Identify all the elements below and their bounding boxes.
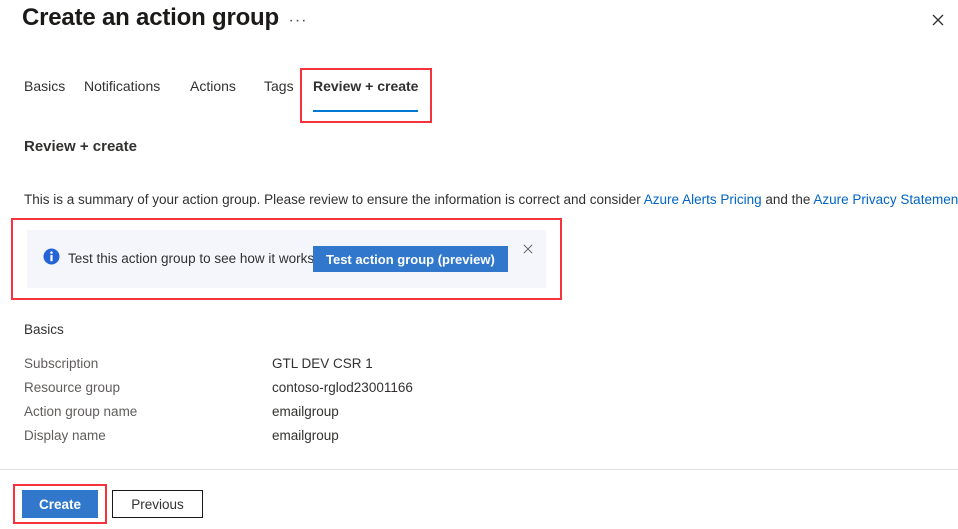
summary-description: This is a summary of your action group. … [24, 191, 958, 209]
table-row: Resource group contoso-rglod23001166 [24, 376, 624, 400]
test-action-group-button[interactable]: Test action group (preview) [313, 246, 508, 272]
previous-button[interactable]: Previous [112, 490, 203, 518]
tab-basics[interactable]: Basics [24, 78, 65, 112]
summary-section-heading: Basics [24, 322, 64, 337]
close-icon[interactable] [924, 6, 952, 34]
summary-list: Subscription GTL DEV CSR 1 Resource grou… [24, 352, 624, 448]
info-icon [43, 248, 60, 265]
tab-review-create[interactable]: Review + create [313, 78, 419, 112]
link-azure-privacy-statement[interactable]: Azure Privacy Statement [813, 192, 958, 207]
section-heading: Review + create [24, 138, 137, 155]
tab-notifications[interactable]: Notifications [84, 78, 160, 112]
more-options-icon[interactable]: ··· [287, 11, 309, 33]
banner-text: Test this action group to see how it wor… [68, 251, 318, 266]
table-row: Subscription GTL DEV CSR 1 [24, 352, 624, 376]
table-row: Action group name emailgroup [24, 400, 624, 424]
row-label: Subscription [24, 356, 99, 371]
create-action-group-blade: Create an action group ··· Basics Notifi… [0, 0, 958, 529]
row-value: emailgroup [272, 404, 339, 419]
description-part-1: This is a summary of your action group. … [24, 192, 644, 207]
row-value: emailgroup [272, 428, 339, 443]
create-button[interactable]: Create [22, 490, 98, 518]
tab-actions[interactable]: Actions [190, 78, 236, 112]
test-action-group-banner: Test this action group to see how it wor… [27, 230, 546, 288]
row-label: Resource group [24, 380, 121, 395]
row-label: Action group name [24, 404, 138, 419]
wizard-tabs: Basics Notifications Actions Tags Review… [0, 78, 958, 120]
tab-tags[interactable]: Tags [264, 78, 294, 112]
row-value: GTL DEV CSR 1 [272, 356, 373, 371]
table-row: Display name emailgroup [24, 424, 624, 448]
link-azure-alerts-pricing[interactable]: Azure Alerts Pricing [644, 192, 762, 207]
blade-title-bar: Create an action group ··· [0, 0, 958, 48]
blade-footer: Create Previous [0, 470, 958, 529]
description-part-2: and the [761, 192, 814, 207]
row-value: contoso-rglod23001166 [272, 380, 413, 395]
banner-close-icon[interactable] [519, 240, 537, 258]
row-label: Display name [24, 428, 106, 443]
page-title: Create an action group [22, 4, 279, 31]
